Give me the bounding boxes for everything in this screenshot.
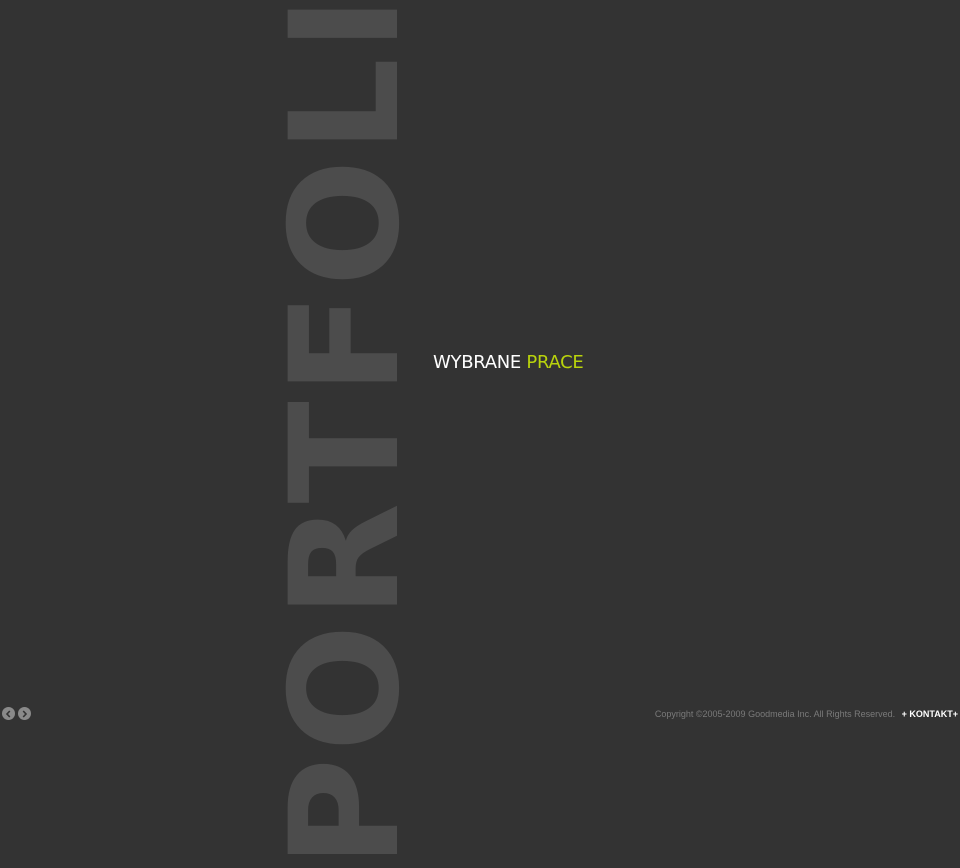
chevron-left-icon xyxy=(5,709,11,718)
prev-button[interactable] xyxy=(2,707,15,720)
next-button[interactable] xyxy=(18,707,31,720)
footer: Copyright ©2005-2009 Goodmedia Inc. All … xyxy=(655,708,958,720)
section-heading: WYBRANE PRACE xyxy=(433,351,584,375)
heading-word-prace: PRACE xyxy=(526,352,584,373)
portfolio-background-title: PORTFOLIO xyxy=(259,0,433,868)
copyright-text: Copyright ©2005-2009 Goodmedia Inc. All … xyxy=(654,709,896,719)
kontakt-link[interactable]: + KONTAKT+ xyxy=(902,709,958,719)
chevron-right-icon xyxy=(22,709,28,718)
heading-word-wybrane: WYBRANE xyxy=(433,352,521,373)
nav-arrows xyxy=(2,707,31,720)
